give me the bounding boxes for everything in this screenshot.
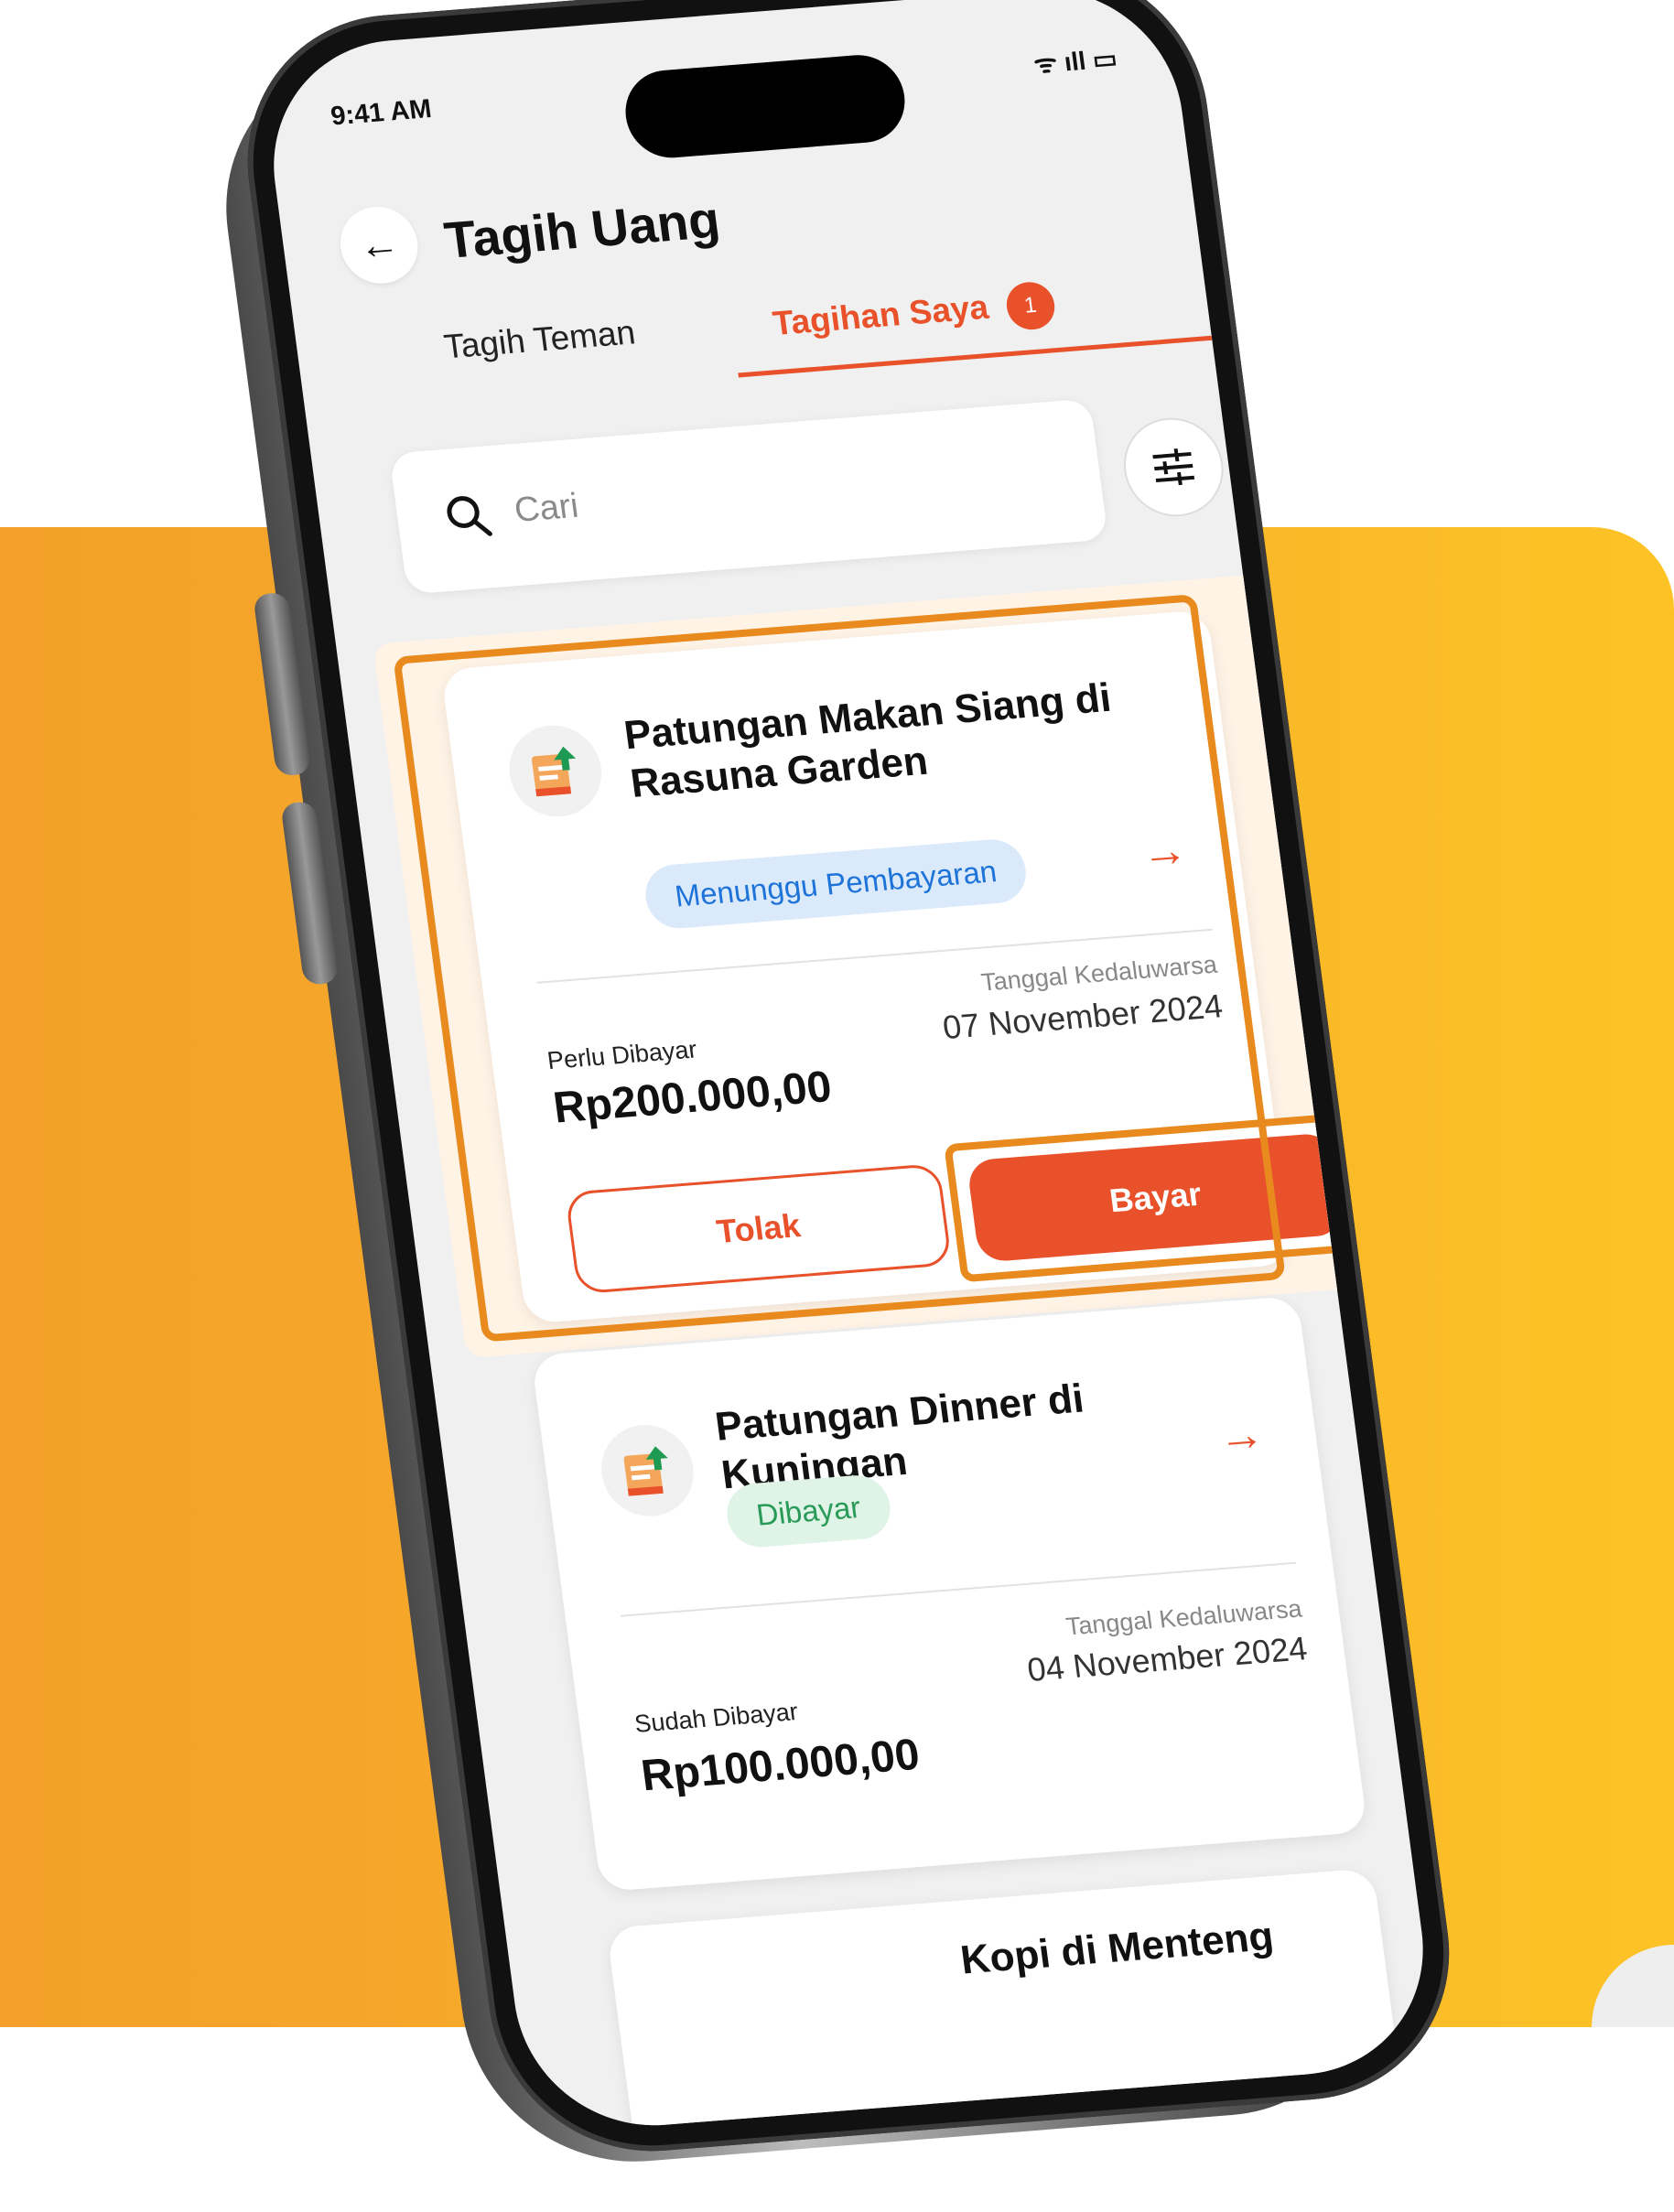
card-highlight-outline bbox=[393, 594, 1287, 1343]
bill-title: Kopi di Menteng bbox=[957, 1914, 1277, 1983]
count-badge: 1 bbox=[1003, 280, 1058, 332]
dynamic-island bbox=[620, 51, 911, 161]
tab-tagih-teman[interactable]: Tagih Teman bbox=[442, 313, 638, 366]
amount-label: Sudah Dibayar bbox=[632, 1698, 800, 1738]
bill-card[interactable]: Patungan Dinner di Kuningan → Dibayar Su… bbox=[531, 1295, 1368, 1893]
amount-value: Rp100.000,00 bbox=[638, 1730, 923, 1801]
bill-icon bbox=[596, 1421, 699, 1520]
arrow-right-icon[interactable]: → bbox=[1215, 1407, 1267, 1463]
filter-button[interactable] bbox=[1118, 414, 1230, 521]
back-button[interactable]: ← bbox=[335, 203, 423, 286]
tab-tagihan-saya[interactable]: Tagihan Saya 1 bbox=[771, 280, 1058, 350]
search-input[interactable]: Cari bbox=[389, 398, 1109, 595]
status-badge: Dibayar bbox=[723, 1473, 894, 1550]
search-placeholder: Cari bbox=[512, 486, 581, 530]
bill-upload-icon bbox=[623, 1446, 668, 1496]
filter-sliders-icon bbox=[1152, 448, 1195, 486]
status-time: 9:41 AM bbox=[329, 94, 434, 132]
status-signal-battery-icon: ᯤ ıll ▭ bbox=[1031, 44, 1119, 79]
tab-label: Tagih Teman bbox=[441, 313, 638, 366]
tab-label: Tagihan Saya bbox=[770, 287, 991, 342]
page-title: Tagih Uang bbox=[440, 189, 724, 269]
bill-card[interactable]: Kopi di Menteng bbox=[606, 1868, 1409, 2136]
search-icon bbox=[447, 496, 492, 536]
arrow-left-icon: ← bbox=[356, 221, 403, 269]
